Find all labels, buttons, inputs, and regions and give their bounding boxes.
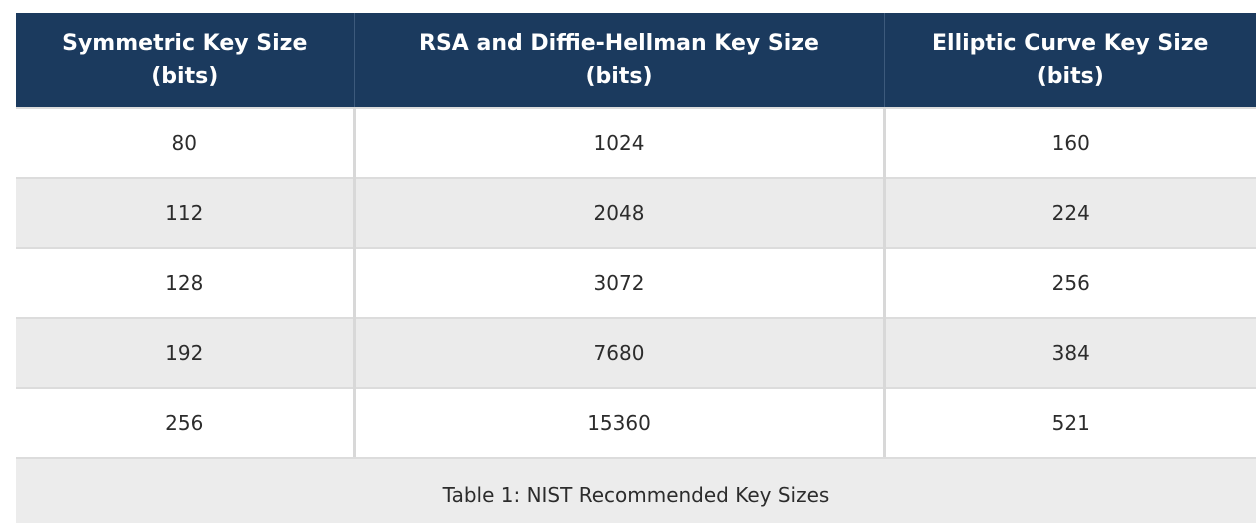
- header-row: Symmetric Key Size (bits) RSA and Diffie…: [16, 13, 1256, 108]
- cell-symmetric: 80: [16, 107, 354, 178]
- header-rsa-dh-key-size: RSA and Diffie-Hellman Key Size (bits): [353, 13, 884, 108]
- header-unit: (bits): [1036, 64, 1104, 89]
- header-label: Symmetric Key Size: [62, 31, 308, 56]
- cell-rsa-dh: 15360: [352, 387, 884, 457]
- table-row: 112 2048 224: [16, 177, 1256, 248]
- nist-key-size-table: Symmetric Key Size (bits) RSA and Diffie…: [16, 13, 1256, 457]
- table-row: 80 1024 160: [16, 107, 1256, 178]
- header-symmetric-key-size: Symmetric Key Size (bits): [16, 13, 354, 108]
- cell-rsa-dh: 2048: [352, 177, 884, 248]
- cell-elliptic-curve: 224: [882, 177, 1256, 248]
- header-elliptic-curve-key-size: Elliptic Curve Key Size (bits): [883, 13, 1256, 108]
- header-unit: (bits): [151, 64, 219, 89]
- cell-symmetric: 192: [16, 317, 354, 388]
- header-unit: (bits): [585, 64, 653, 89]
- cell-rsa-dh: 1024: [352, 107, 884, 178]
- cell-elliptic-curve: 160: [882, 107, 1256, 178]
- table-row: 192 7680 384: [16, 317, 1256, 388]
- table-row: 128 3072 256: [16, 247, 1256, 318]
- header-label: Elliptic Curve Key Size: [932, 31, 1209, 56]
- cell-elliptic-curve: 256: [882, 247, 1256, 318]
- cell-elliptic-curve: 384: [882, 317, 1256, 388]
- cell-symmetric: 128: [16, 247, 354, 318]
- cell-symmetric: 256: [16, 387, 354, 457]
- cell-symmetric: 112: [16, 177, 354, 248]
- cell-elliptic-curve: 521: [882, 387, 1256, 457]
- table-row: 256 15360 521: [16, 387, 1256, 457]
- table-header: Symmetric Key Size (bits) RSA and Diffie…: [16, 13, 1256, 108]
- key-size-table-container: Symmetric Key Size (bits) RSA and Diffie…: [16, 13, 1256, 523]
- table-caption: Table 1: NIST Recommended Key Sizes: [16, 457, 1256, 523]
- table-body: 80 1024 160 112 2048 224 128 3072 256 19…: [16, 107, 1256, 457]
- cell-rsa-dh: 3072: [352, 247, 884, 318]
- cell-rsa-dh: 7680: [352, 317, 884, 388]
- header-label: RSA and Diffie-Hellman Key Size: [419, 31, 819, 56]
